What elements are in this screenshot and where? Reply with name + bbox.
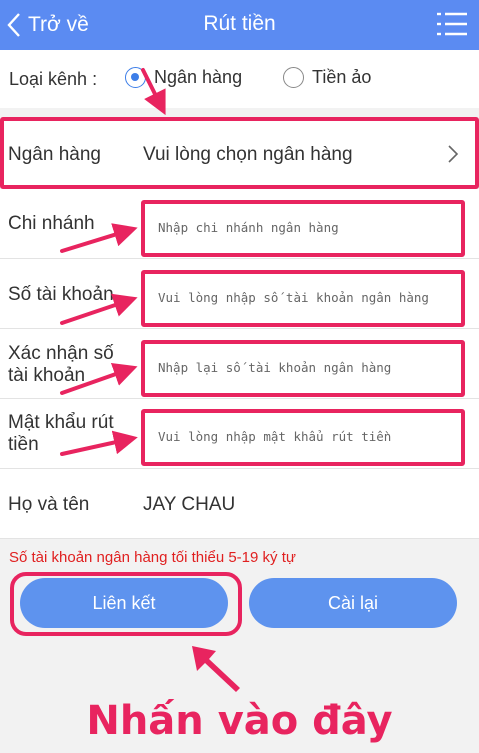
radio-crypto-label: Tiền ảo — [312, 67, 372, 87]
highlight-confirm-box — [141, 340, 465, 397]
highlight-password-box — [141, 409, 465, 466]
header-bar: Trở về Rút tiền — [0, 0, 479, 50]
password-label-line2: tiền — [8, 434, 39, 455]
highlight-account-box — [141, 270, 465, 327]
radio-unselected-icon — [283, 67, 304, 88]
radio-crypto[interactable]: Tiền ảo — [283, 67, 371, 88]
password-label-line1: Mật khẩu rút — [8, 412, 114, 433]
confirm-account-label-line1: Xác nhận số — [8, 343, 114, 364]
highlight-branch-box — [141, 200, 465, 257]
branch-label: Chi nhánh — [8, 213, 95, 234]
channel-type-label: Loại kênh : — [9, 69, 98, 89]
channel-type-row: Loại kênh : Ngân hàng Tiền ảo — [0, 50, 479, 108]
reset-button[interactable]: Cài lại — [249, 578, 457, 628]
name-label: Họ và tên — [8, 494, 90, 515]
arrow-to-link-button — [192, 646, 240, 692]
highlight-bank-box — [0, 117, 479, 189]
name-row: Họ và tên JAY CHAU — [0, 469, 479, 539]
highlight-link-button-box — [10, 572, 242, 636]
name-value: JAY CHAU — [143, 494, 236, 515]
confirm-account-label-line2: tài khoản — [8, 365, 86, 386]
validation-hint: Số tài khoản ngân hàng tối thiểu 5-19 ký… — [9, 549, 296, 566]
menu-icon[interactable] — [437, 10, 467, 38]
callout-text: Nhấn vào đây — [86, 698, 393, 744]
page-title: Rút tiền — [203, 12, 276, 35]
account-label: Số tài khoản — [8, 284, 114, 305]
radio-bank[interactable]: Ngân hàng — [125, 67, 242, 88]
radio-bank-label: Ngân hàng — [154, 67, 243, 87]
radio-selected-icon — [125, 67, 146, 88]
